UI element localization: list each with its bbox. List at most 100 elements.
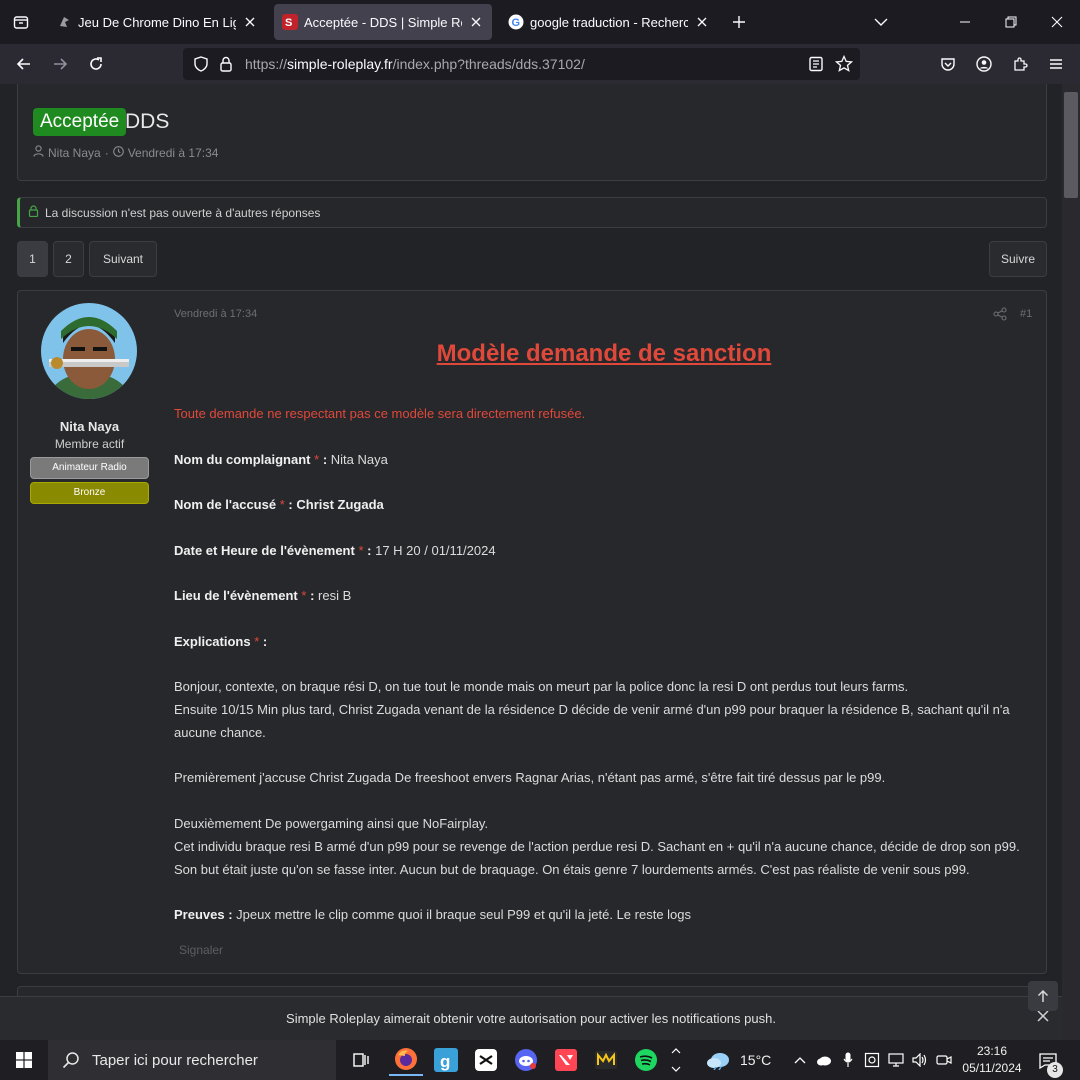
field-label: Nom du complaignant [174, 452, 311, 467]
plus-icon [733, 16, 745, 28]
minimize-button[interactable] [942, 0, 988, 44]
post-number-link[interactable]: #1 [1020, 308, 1032, 320]
windows-logo-icon [16, 1052, 32, 1068]
firefox-taskbar-button[interactable] [389, 1044, 423, 1076]
close-icon [1051, 16, 1063, 28]
spotify-taskbar-button[interactable] [629, 1044, 663, 1076]
tray-overflow-chevron-up-icon[interactable] [792, 1052, 808, 1068]
field-colon: : [262, 634, 268, 649]
temperature: 15°C [740, 1052, 772, 1068]
reload-icon [90, 57, 102, 70]
page-2-button[interactable]: 2 [53, 241, 84, 277]
close-icon[interactable] [468, 14, 484, 30]
next-page-button[interactable]: Suivant [89, 241, 157, 277]
volume-icon[interactable] [912, 1052, 928, 1068]
post-user-title: Membre actif [54, 437, 125, 451]
thread-header [17, 84, 1047, 181]
url-path: /index.php?threads/dds.37102/ [392, 56, 585, 72]
task-view-button[interactable] [344, 1044, 378, 1076]
field-label: Preuves : [174, 907, 233, 922]
taskbar-overflow-button[interactable] [666, 1044, 686, 1076]
page-1-button[interactable]: 1 [17, 241, 48, 277]
thread-date-link[interactable]: Vendredi à 17:34 [128, 146, 219, 160]
close-icon[interactable] [1036, 1009, 1050, 1023]
share-icon[interactable] [993, 307, 1007, 321]
post-paragraph: Bonjour, contexte, on braque rési D, on … [174, 675, 1040, 744]
google-favicon-icon: G [508, 14, 524, 30]
discord-taskbar-button[interactable] [509, 1044, 543, 1076]
restore-button[interactable] [988, 0, 1034, 44]
close-icon[interactable] [694, 14, 710, 30]
close-window-button[interactable] [1034, 0, 1080, 44]
field-label: Date et Heure de l'évènement [174, 543, 355, 558]
thread-prefix-badge[interactable]: Acceptée [33, 108, 127, 136]
network-icon[interactable] [888, 1052, 904, 1068]
avatar[interactable] [41, 303, 137, 399]
push-notification-prompt[interactable]: Simple Roleplay aimerait obtenir votre a… [0, 996, 1062, 1040]
post-username[interactable]: Nita Naya [30, 419, 149, 434]
windows-update-icon[interactable] [864, 1052, 880, 1068]
tab-simple-roleplay[interactable]: S Acceptée - DDS | Simple Rolepl [274, 4, 492, 40]
lock-icon[interactable] [219, 56, 233, 75]
capcut-icon [475, 1049, 497, 1071]
address-bar[interactable]: https://simple-roleplay.fr/index.php?thr… [183, 48, 860, 80]
scroll-to-top-button[interactable] [1028, 981, 1058, 1011]
microphone-icon[interactable] [840, 1052, 856, 1068]
field-value: Nita Naya [330, 452, 388, 467]
capcut-taskbar-button[interactable] [469, 1044, 503, 1076]
menu-button[interactable] [1040, 48, 1072, 80]
start-button[interactable] [0, 1040, 48, 1080]
report-link[interactable]: Signaler [179, 943, 223, 957]
game-launcher-taskbar-button[interactable] [589, 1044, 623, 1076]
tab-dino[interactable]: Jeu De Chrome Dino En Ligne [48, 4, 266, 40]
paragraph-line: Deuxièmement De powergaming ainsi que No… [174, 816, 489, 831]
tab-title: google traduction - Recherche [530, 14, 688, 30]
discord-icon [515, 1049, 537, 1071]
post-date-link[interactable]: Vendredi à 17:34 [174, 308, 257, 320]
follow-button[interactable]: Suivre [989, 241, 1047, 277]
thread-author-link[interactable]: Nita Naya [48, 146, 101, 160]
valorant-taskbar-button[interactable] [549, 1044, 583, 1076]
tab-title: Acceptée - DDS | Simple Rolepl [304, 14, 462, 30]
pocket-button[interactable] [932, 48, 964, 80]
required-mark: * [314, 452, 320, 467]
list-all-tabs-button[interactable] [858, 0, 904, 44]
bookmark-star-icon[interactable] [834, 54, 854, 76]
game-launcher-icon [595, 1051, 617, 1069]
tab-title: Jeu De Chrome Dino En Ligne [78, 14, 236, 30]
simple-roleplay-favicon-icon: S [282, 14, 298, 30]
onedrive-cloud-icon[interactable] [816, 1052, 832, 1068]
extensions-button[interactable] [1004, 48, 1036, 80]
g-app-taskbar-button[interactable]: g [429, 1044, 463, 1076]
arrow-right-icon [54, 58, 68, 70]
back-button[interactable] [8, 48, 40, 80]
post-paragraph: Deuxièmement De powergaming ainsi que No… [174, 812, 1040, 881]
reader-view-icon[interactable] [808, 56, 824, 75]
firefox-icon [395, 1048, 417, 1070]
field-location: Lieu de l'évènement * : resi B [174, 588, 351, 603]
scrollbar-thumb[interactable] [1064, 92, 1078, 198]
tab-list-icon [13, 16, 29, 29]
forward-button[interactable] [44, 48, 76, 80]
reload-button[interactable] [80, 48, 112, 80]
arrow-up-icon [1037, 989, 1049, 1002]
post-paragraph: Premièrement j'accuse Christ Zugada De f… [174, 770, 886, 785]
required-mark: * [279, 497, 285, 512]
g-app-icon: g [434, 1048, 458, 1072]
required-mark: * [358, 543, 364, 558]
tracking-protection-shield-icon[interactable] [193, 56, 209, 75]
field-value: resi B [318, 588, 352, 603]
url-text[interactable]: https://simple-roleplay.fr/index.php?thr… [245, 56, 585, 72]
meet-now-icon[interactable] [936, 1052, 952, 1068]
tab-google-translate[interactable]: G google traduction - Recherche [500, 4, 718, 40]
field-value: 17 H 20 / 01/11/2024 [375, 543, 496, 558]
search-icon [62, 1052, 79, 1069]
tab-list-button[interactable] [0, 0, 42, 44]
account-button[interactable] [968, 48, 1000, 80]
taskbar-search[interactable]: Taper ici pour rechercher [48, 1040, 336, 1080]
weather-widget[interactable]: 15°C [706, 1050, 771, 1070]
system-clock[interactable]: 23:16 05/11/2024 [958, 1043, 1026, 1077]
page-scrollbar[interactable] [1062, 84, 1080, 1040]
new-tab-button[interactable] [724, 8, 754, 36]
close-icon[interactable] [242, 14, 258, 30]
